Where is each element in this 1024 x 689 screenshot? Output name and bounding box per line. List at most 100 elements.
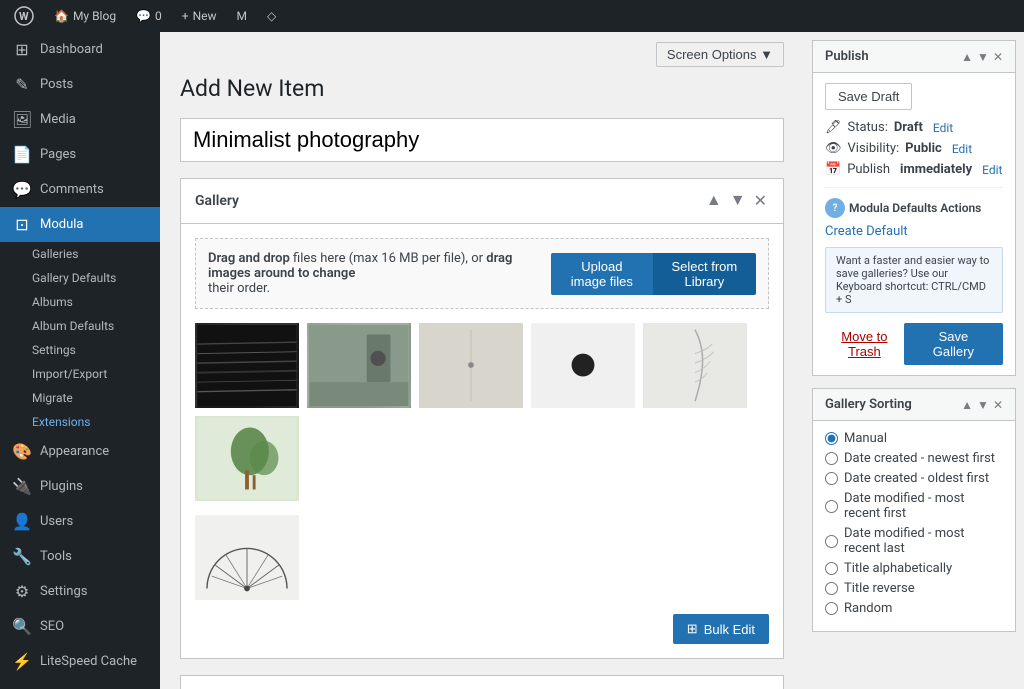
sort-random-radio[interactable] xyxy=(825,602,838,615)
sorting-panel-header: Gallery Sorting ▲ ▼ ✕ xyxy=(813,389,1015,421)
sort-title-desc[interactable]: Title reverse xyxy=(825,581,1003,596)
sidebar-sub-import-export[interactable]: Import/Export xyxy=(0,362,160,386)
gallery-image-7[interactable] xyxy=(195,515,299,600)
sidebar-item-seo[interactable]: 🔍 SEO xyxy=(0,609,160,644)
publish-panel-up[interactable]: ▲ xyxy=(961,50,973,64)
defaults-help-icon[interactable]: ? xyxy=(825,198,845,218)
gallery-panel-controls: ▲ ▼ ✕ xyxy=(704,189,769,213)
sorting-panel-down[interactable]: ▼ xyxy=(977,398,989,412)
sidebar-item-media[interactable]: 🖼 Media xyxy=(0,102,160,137)
gallery-image-6[interactable] xyxy=(195,416,299,501)
admin-bar: W 🏠 My Blog 💬 0 + New M ◇ xyxy=(0,0,1024,32)
gallery-image-1[interactable] xyxy=(195,323,299,408)
move-to-trash-button[interactable]: Move to Trash xyxy=(825,329,904,359)
admin-bar-diamond[interactable]: ◇ xyxy=(261,0,282,32)
sort-title-asc[interactable]: Title alphabetically xyxy=(825,561,1003,576)
publish-panel-header: Publish ▲ ▼ ✕ xyxy=(813,41,1015,73)
visibility-value: Public xyxy=(905,141,942,156)
sidebar-sub-galleries[interactable]: Galleries xyxy=(0,242,160,266)
sidebar-item-users[interactable]: 👤 Users xyxy=(0,504,160,539)
page-title: Add New Item xyxy=(180,75,784,102)
sidebar-item-litespeed[interactable]: ⚡ LiteSpeed Cache xyxy=(0,644,160,679)
posts-icon: ✎ xyxy=(12,75,32,94)
sidebar-item-appearance[interactable]: 🎨 Appearance xyxy=(0,434,160,469)
sidebar-sub-settings[interactable]: Settings xyxy=(0,338,160,362)
sidebar-item-pages[interactable]: 📄 Pages xyxy=(0,137,160,172)
sort-date-mod-oldest-radio[interactable] xyxy=(825,535,838,548)
sidebar-sub-migrate[interactable]: Migrate xyxy=(0,386,160,410)
sidebar-sub-gallery-defaults[interactable]: Gallery Defaults xyxy=(0,266,160,290)
image-grid-row2 xyxy=(195,515,769,600)
status-value: Draft xyxy=(894,120,923,135)
save-gallery-button[interactable]: Save Gallery xyxy=(904,323,1003,365)
sidebar-item-settings[interactable]: ⚙ Settings xyxy=(0,574,160,609)
sort-date-oldest[interactable]: Date created - oldest first xyxy=(825,471,1003,486)
gallery-title-input[interactable] xyxy=(180,118,784,162)
publish-panel: Publish ▲ ▼ ✕ Save Draft 🖊 Status: Draft… xyxy=(812,40,1016,376)
gallery-collapse-down-button[interactable]: ▼ xyxy=(728,190,748,212)
gallery-collapse-up-button[interactable]: ▲ xyxy=(704,190,724,212)
publish-panel-close[interactable]: ✕ xyxy=(993,50,1003,64)
sort-random-label: Random xyxy=(844,601,892,616)
litespeed-icon: ⚡ xyxy=(12,652,32,671)
seo-icon: 🔍 xyxy=(12,617,32,636)
status-icon: 🖊 xyxy=(825,120,842,135)
upload-image-button[interactable]: Upload image files xyxy=(551,253,653,295)
right-sidebar: Publish ▲ ▼ ✕ Save Draft 🖊 Status: Draft… xyxy=(804,32,1024,689)
gallery-image-2[interactable] xyxy=(307,323,411,408)
sidebar-sub-extensions[interactable]: Extensions xyxy=(0,410,160,434)
comments-icon: 💬 xyxy=(12,180,32,199)
gallery-image-4[interactable] xyxy=(531,323,635,408)
sidebar-item-plugins[interactable]: 🔌 Plugins xyxy=(0,469,160,504)
sidebar-appearance-label: Appearance xyxy=(40,444,109,459)
sidebar-item-collapse[interactable]: ◀ Collapse menu xyxy=(0,679,160,689)
save-draft-button[interactable]: Save Draft xyxy=(825,83,912,110)
admin-bar-new[interactable]: + New xyxy=(176,0,223,32)
sort-title-asc-radio[interactable] xyxy=(825,562,838,575)
sidebar-item-comments[interactable]: 💬 Comments xyxy=(0,172,160,207)
bulk-edit-button[interactable]: ⊞ Bulk Edit xyxy=(673,614,769,644)
sidebar-modula-label: Modula xyxy=(40,217,84,232)
gallery-image-5[interactable] xyxy=(643,323,747,408)
sidebar-item-posts[interactable]: ✎ Posts xyxy=(0,67,160,102)
sorting-panel-title: Gallery Sorting xyxy=(825,397,912,412)
admin-bar-comments[interactable]: 💬 0 xyxy=(130,0,168,32)
sort-date-mod-newest-radio[interactable] xyxy=(825,500,838,513)
sort-date-newest-radio[interactable] xyxy=(825,452,838,465)
admin-bar-site[interactable]: 🏠 My Blog xyxy=(48,0,122,32)
sort-title-desc-radio[interactable] xyxy=(825,582,838,595)
publish-panel-controls: ▲ ▼ ✕ xyxy=(961,50,1003,64)
admin-bar-wp-logo[interactable]: W xyxy=(8,0,40,32)
sort-random[interactable]: Random xyxy=(825,601,1003,616)
gallery-image-3[interactable] xyxy=(419,323,523,408)
publish-edit-link[interactable]: Edit xyxy=(982,163,1002,177)
create-default-link[interactable]: Create Default xyxy=(825,224,1003,239)
status-label: Status: xyxy=(848,120,888,135)
sidebar-item-tools[interactable]: 🔧 Tools xyxy=(0,539,160,574)
sort-date-oldest-radio[interactable] xyxy=(825,472,838,485)
svg-text:W: W xyxy=(19,10,29,23)
screen-options-button[interactable]: Screen Options ▼ xyxy=(656,42,784,67)
sorting-panel-close[interactable]: ✕ xyxy=(993,398,1003,412)
sidebar-item-modula[interactable]: ⊡ Modula xyxy=(0,207,160,242)
sorting-panel-controls: ▲ ▼ ✕ xyxy=(961,398,1003,412)
sidebar-sub-album-defaults[interactable]: Album Defaults xyxy=(0,314,160,338)
publish-panel-title: Publish xyxy=(825,49,869,64)
sort-manual[interactable]: Manual xyxy=(825,431,1003,446)
publish-panel-down[interactable]: ▼ xyxy=(977,50,989,64)
admin-bar-modula[interactable]: M xyxy=(231,0,253,32)
media-icon: 🖼 xyxy=(12,110,32,129)
sorting-panel-up[interactable]: ▲ xyxy=(961,398,973,412)
select-library-button[interactable]: Select from Library xyxy=(653,253,756,295)
sidebar-item-dashboard[interactable]: ⊞ Dashboard xyxy=(0,32,160,67)
publish-date-row: 📅 Publish immediately Edit xyxy=(825,162,1003,177)
sort-date-newest[interactable]: Date created - newest first xyxy=(825,451,1003,466)
sidebar-sub-albums[interactable]: Albums xyxy=(0,290,160,314)
sort-date-mod-newest[interactable]: Date modified - most recent first xyxy=(825,491,1003,521)
gallery-close-button[interactable]: ✕ xyxy=(752,189,769,213)
sort-manual-radio[interactable] xyxy=(825,432,838,445)
sidebar-litespeed-label: LiteSpeed Cache xyxy=(40,654,137,669)
sort-date-mod-oldest[interactable]: Date modified - most recent last xyxy=(825,526,1003,556)
status-edit-link[interactable]: Edit xyxy=(933,121,953,135)
visibility-edit-link[interactable]: Edit xyxy=(952,142,972,156)
